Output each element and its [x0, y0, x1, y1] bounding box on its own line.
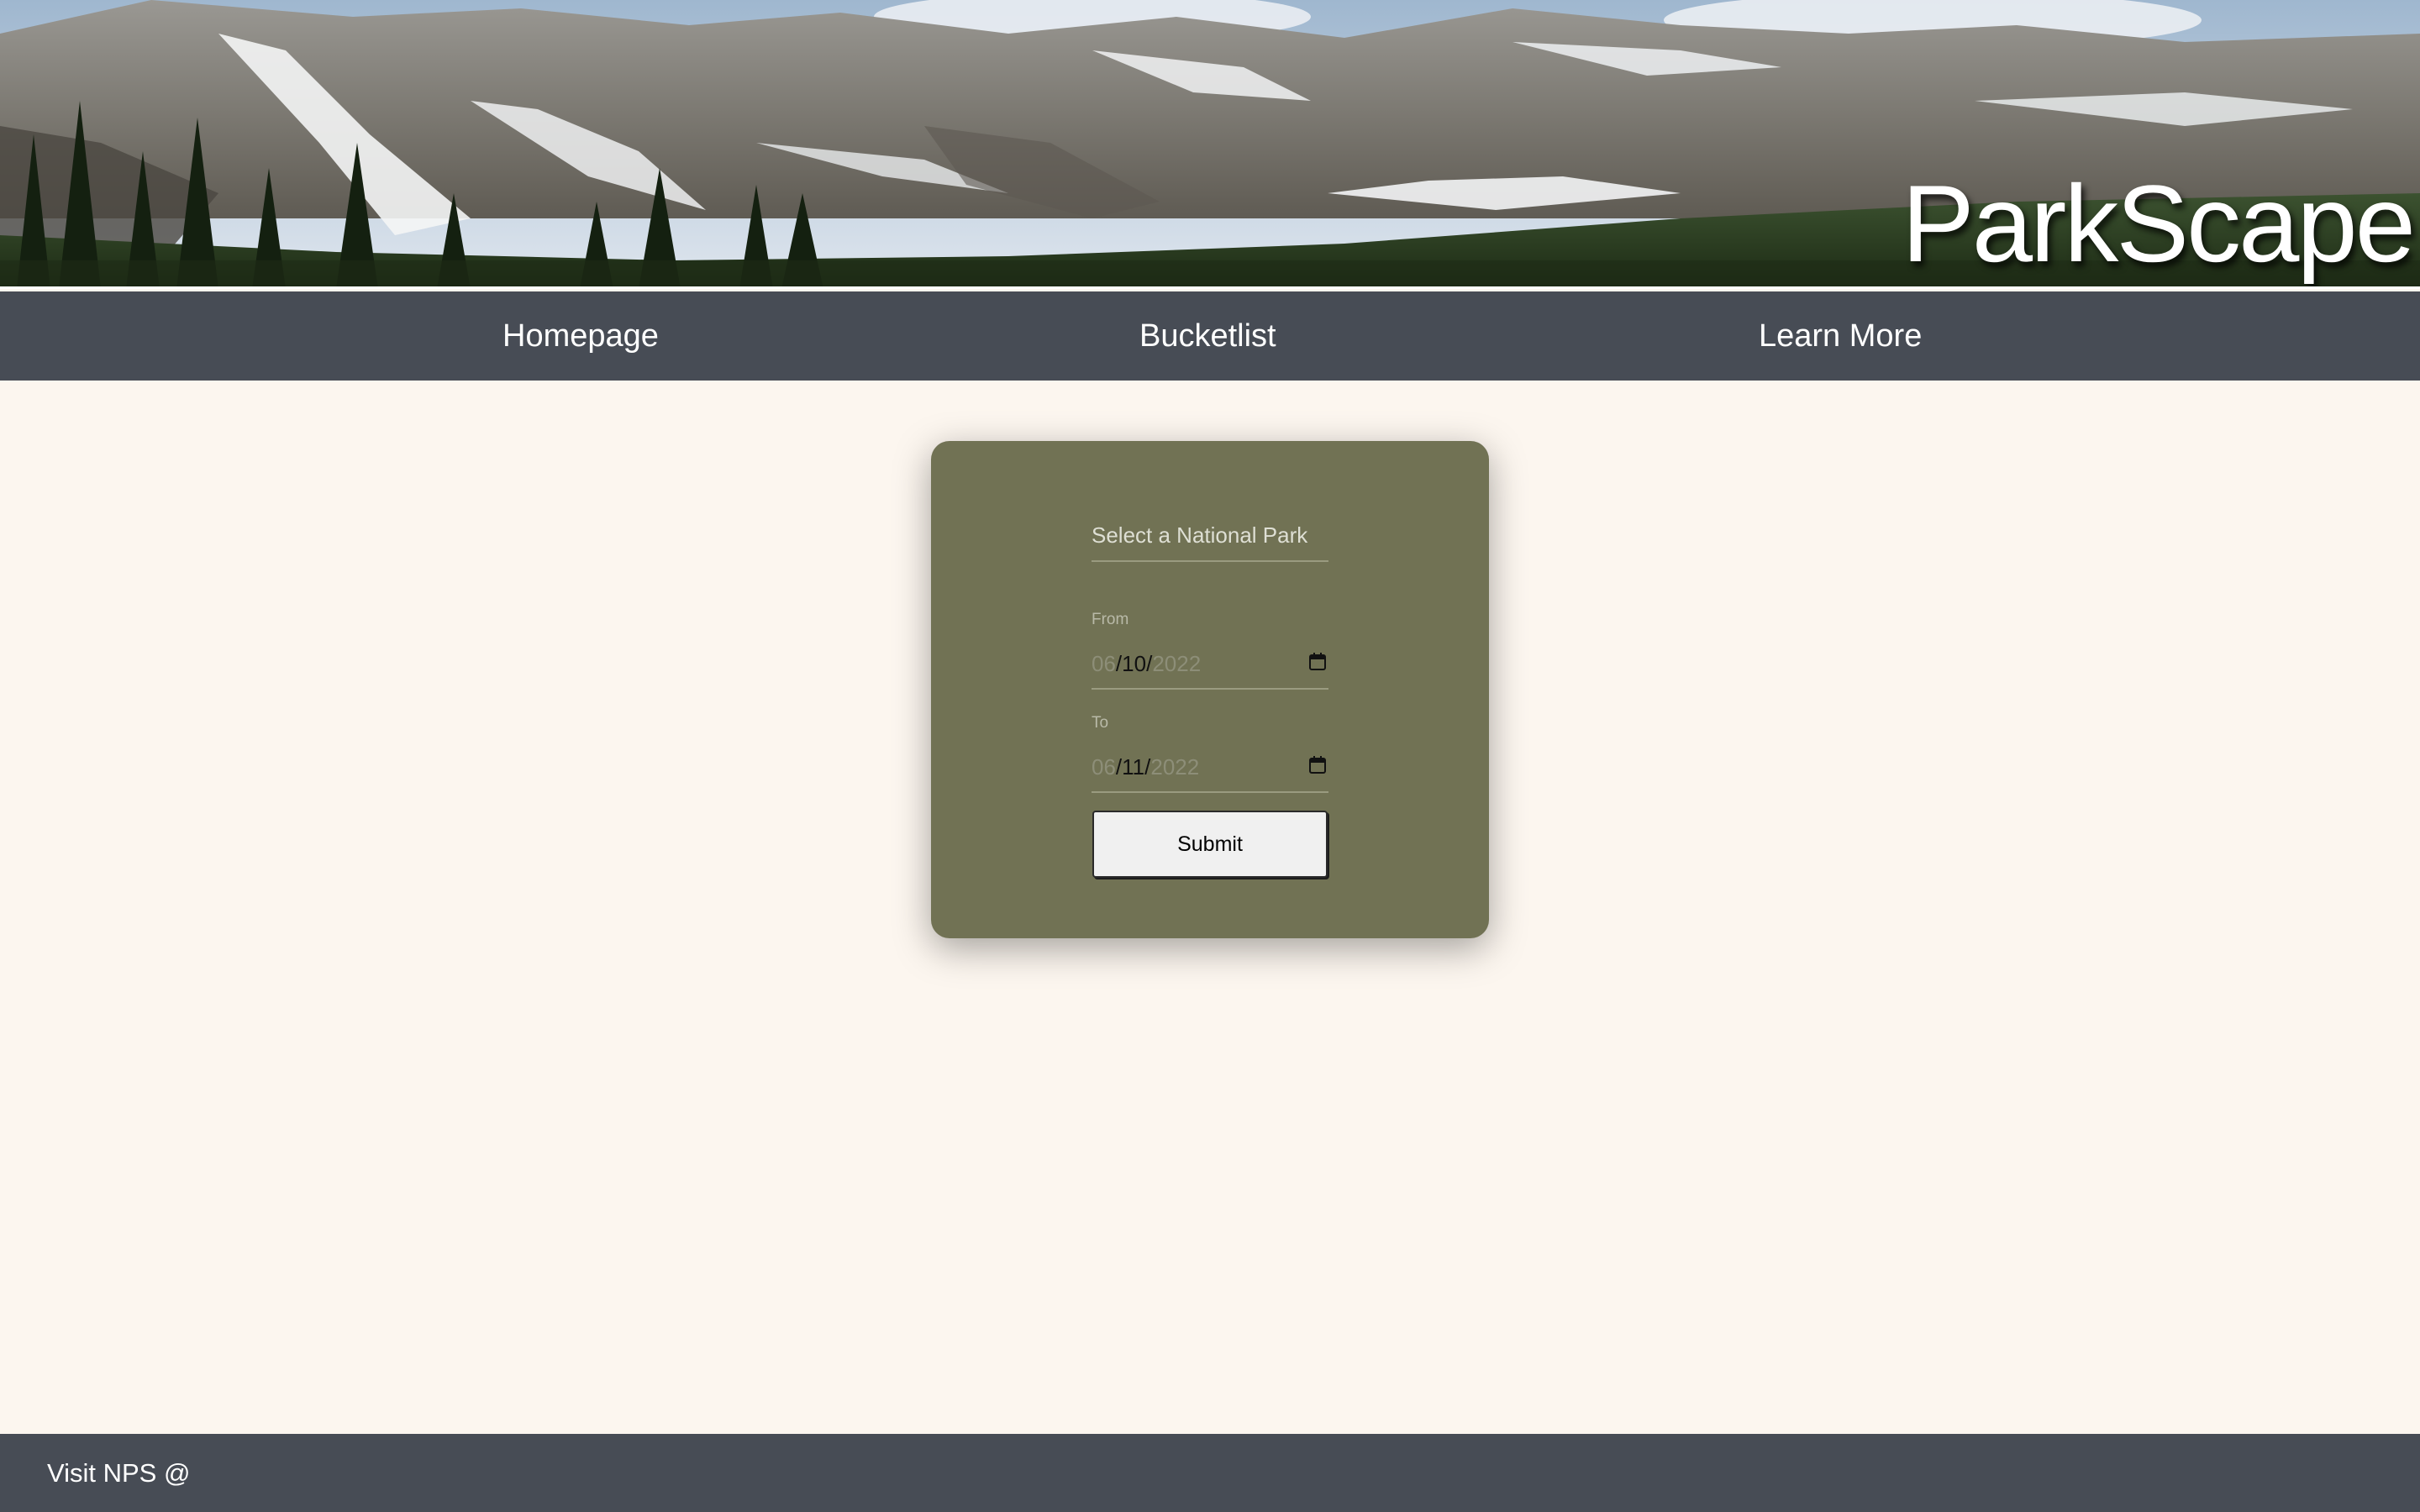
from-date-value: 06/10/2022	[1092, 651, 1202, 676]
footer: Visit NPS @	[0, 1434, 2420, 1512]
site-title: ParkScape	[1902, 162, 2416, 285]
to-date-input[interactable]: 06/11/2022	[1092, 746, 1328, 793]
to-date-day: 11	[1122, 754, 1145, 780]
from-date-day: 10	[1122, 651, 1147, 676]
to-date-value: 06/11/2022	[1092, 754, 1200, 780]
calendar-icon[interactable]	[1308, 653, 1327, 671]
trip-form-card: From 06/10/2022 To 06/11/2022 Submit	[931, 441, 1489, 938]
header-banner: ParkScape	[0, 0, 2420, 289]
from-date-year: 2022	[1152, 651, 1202, 676]
from-label: From	[1092, 611, 1129, 628]
submit-button[interactable]: Submit	[1092, 811, 1328, 878]
to-label: To	[1092, 714, 1109, 732]
to-date-year: 2022	[1150, 754, 1200, 780]
to-date-month: 06	[1092, 754, 1116, 780]
nav-homepage-link[interactable]: Homepage	[502, 291, 659, 381]
nav-learn-more-link[interactable]: Learn More	[1759, 291, 1922, 381]
main-nav: Homepage Bucketlist Learn More	[0, 291, 2420, 381]
from-date-month: 06	[1092, 651, 1116, 676]
nav-bucketlist-link[interactable]: Bucketlist	[1139, 291, 1276, 381]
calendar-icon[interactable]	[1308, 756, 1327, 774]
from-date-input[interactable]: 06/10/2022	[1092, 643, 1328, 690]
park-select-input[interactable]	[1092, 510, 1328, 562]
footer-nps-text: Visit NPS @	[47, 1458, 191, 1488]
